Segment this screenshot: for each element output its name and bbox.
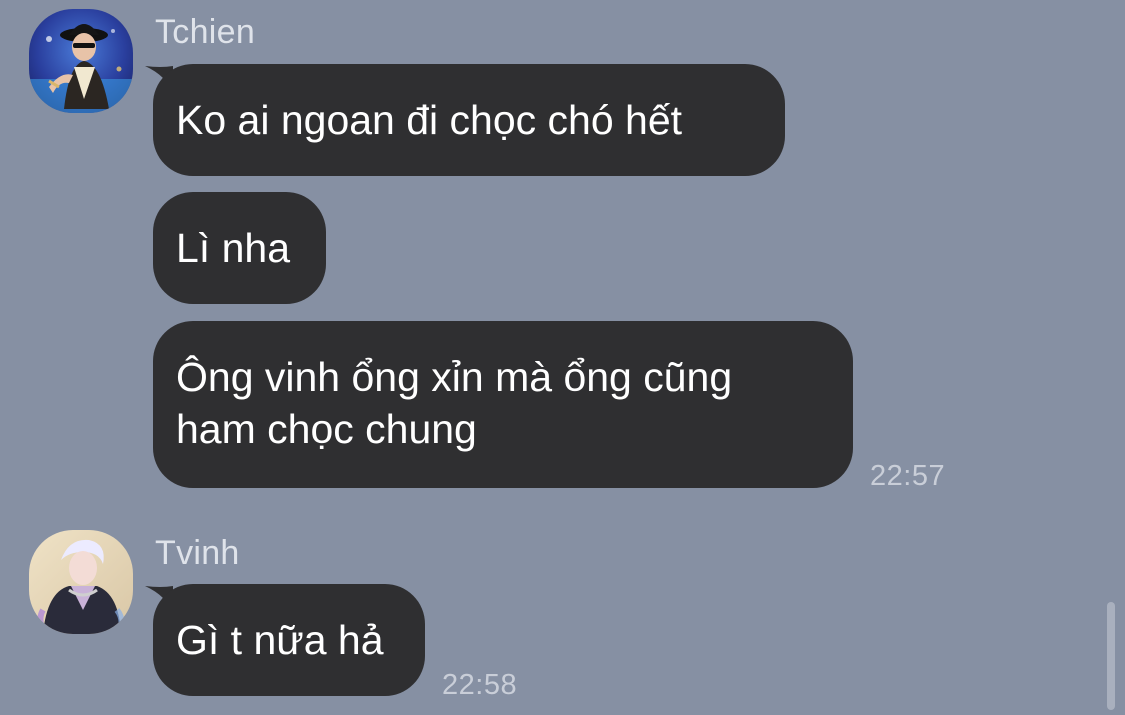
user-avatar-tvinh-icon [29,530,133,634]
avatar-tvinh[interactable] [29,530,133,634]
avatar-tchien[interactable] [29,9,133,113]
sender-name: Tchien [155,13,256,51]
message-timestamp: 22:58 [442,669,518,701]
scrollbar[interactable] [1107,602,1115,710]
message-timestamp: 22:57 [870,460,946,492]
sender-name: Tvinh [155,534,240,572]
message-bubble[interactable]: Ko ai ngoan đi chọc chó hết [153,64,785,176]
user-avatar-tchien-icon [29,9,133,113]
chat-area[interactable]: Tchien Ko ai ngoan đi chọc chó hết Lì nh… [0,0,1125,715]
message-bubble[interactable]: Gì t nữa hả [153,584,425,696]
message-bubble[interactable]: Lì nha [153,192,326,304]
message-bubble[interactable]: Ông vinh ổng xỉn mà ổng cũng ham chọc ch… [153,321,853,488]
